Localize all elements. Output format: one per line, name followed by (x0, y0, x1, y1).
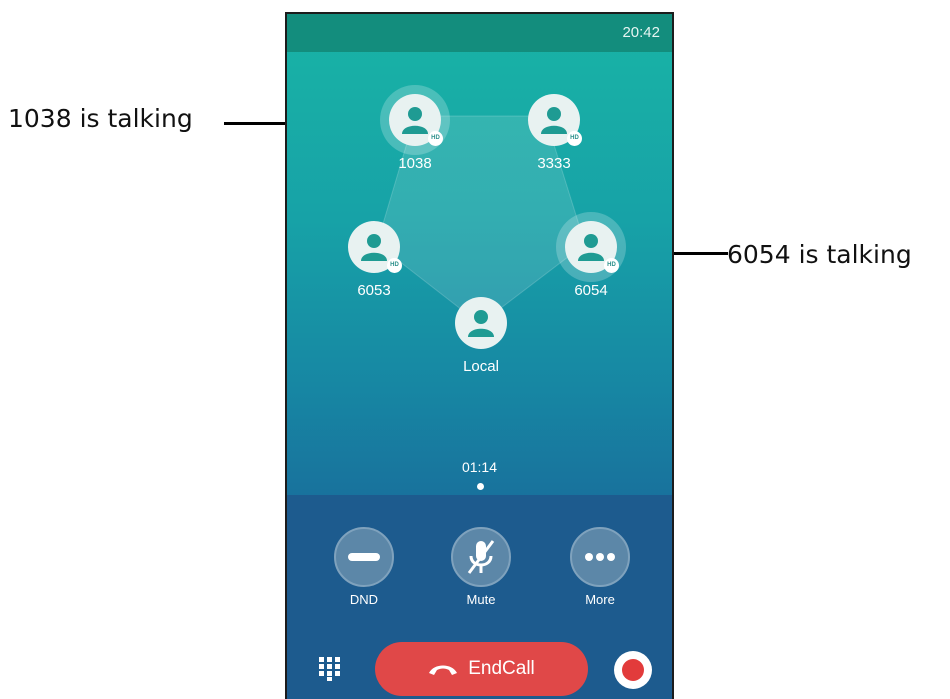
participant-6053[interactable]: HD 6053 (334, 221, 414, 299)
avatar (455, 297, 507, 349)
phone-screen: 20:42 HD 1038 HD 3333 HD 6053 HD 6054 Lo… (285, 12, 674, 699)
callout-6054-talking: 6054 is talking (727, 240, 912, 269)
hd-badge: HD (428, 131, 443, 146)
dnd-label: DND (349, 592, 379, 607)
avatar: HD (348, 221, 402, 273)
page-indicator-dot (477, 483, 484, 490)
hang-up-icon (429, 665, 458, 675)
end-call-button[interactable]: EndCall (375, 642, 588, 696)
person-icon (578, 234, 604, 261)
avatar: HD (565, 221, 619, 273)
person-icon (468, 310, 494, 337)
call-controls: DND Mute More EndCall (287, 495, 672, 699)
participant-name: 3333 (537, 155, 571, 172)
dialpad-button[interactable] (317, 655, 343, 686)
mic-off-icon (451, 527, 511, 587)
more-label: More (585, 592, 615, 607)
end-call-label: EndCall (468, 658, 535, 679)
dialpad-icon (319, 657, 340, 681)
dnd-icon (334, 527, 394, 587)
more-dots-icon (570, 527, 630, 587)
mute-label: Mute (466, 592, 496, 607)
call-duration: 01:14 (461, 459, 498, 475)
participant-1038[interactable]: HD 1038 (375, 94, 455, 172)
callout-1038-talking: 1038 is talking (8, 104, 193, 133)
participant-name: 6054 (574, 282, 608, 299)
participant-name: 6053 (357, 282, 391, 299)
participant-name: 1038 (398, 155, 432, 172)
hd-badge: HD (604, 258, 619, 273)
more-button[interactable]: More (565, 527, 635, 607)
avatar: HD (528, 94, 582, 146)
participant-6054[interactable]: HD 6054 (551, 221, 631, 299)
record-icon (622, 659, 644, 681)
avatar: HD (389, 94, 443, 146)
record-button[interactable] (614, 651, 652, 689)
participant-name: Local (463, 358, 499, 375)
dnd-button[interactable]: DND (329, 527, 399, 607)
participant-3333[interactable]: HD 3333 (514, 94, 594, 172)
person-icon (541, 107, 567, 134)
participant-local[interactable]: Local (441, 297, 521, 375)
mute-button[interactable]: Mute (446, 527, 516, 607)
person-icon (361, 234, 387, 261)
person-icon (402, 107, 428, 134)
hd-badge: HD (387, 258, 402, 273)
hd-badge: HD (567, 131, 582, 146)
